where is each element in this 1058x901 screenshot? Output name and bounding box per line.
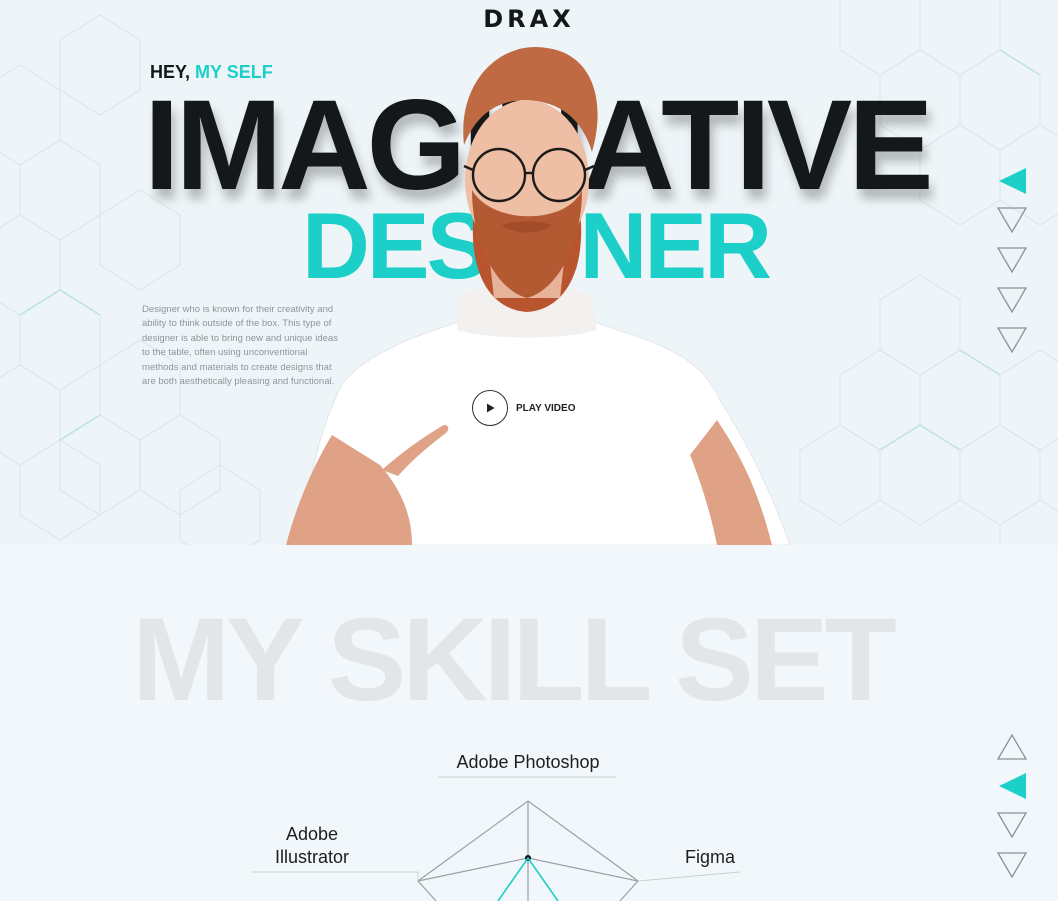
slide-indicator-icon[interactable] [996,325,1028,357]
play-video-button[interactable]: PLAY VIDEO [472,390,575,426]
hero-section: DRAX HEY, MY SELF IMAGINATIVE DESIGNER D… [0,0,1058,545]
slide-indicator-active-icon[interactable] [996,165,1028,197]
hero-slide-nav [996,165,1030,365]
slide-indicator-icon[interactable] [996,810,1028,842]
skill-label-photoshop: Adobe Photoshop [456,752,600,772]
skill-set-heading: MY SKILL SET [132,594,897,726]
skills-slide-nav [996,730,1030,890]
slide-indicator-icon[interactable] [996,285,1028,317]
play-icon[interactable] [472,390,508,426]
slide-indicator-up-icon[interactable] [996,730,1028,762]
brand-logo[interactable]: DRAX [478,6,580,32]
portrait-image [286,46,791,545]
slide-indicator-active-icon[interactable] [996,770,1028,802]
slide-indicator-icon[interactable] [996,245,1028,277]
skill-label-illustrator: Adobe Illustrator [274,824,350,867]
play-video-label: PLAY VIDEO [516,402,576,414]
slide-indicator-icon[interactable] [996,850,1028,882]
skill-label-figma: Figma [684,847,735,867]
slide-indicator-icon[interactable] [996,205,1028,237]
